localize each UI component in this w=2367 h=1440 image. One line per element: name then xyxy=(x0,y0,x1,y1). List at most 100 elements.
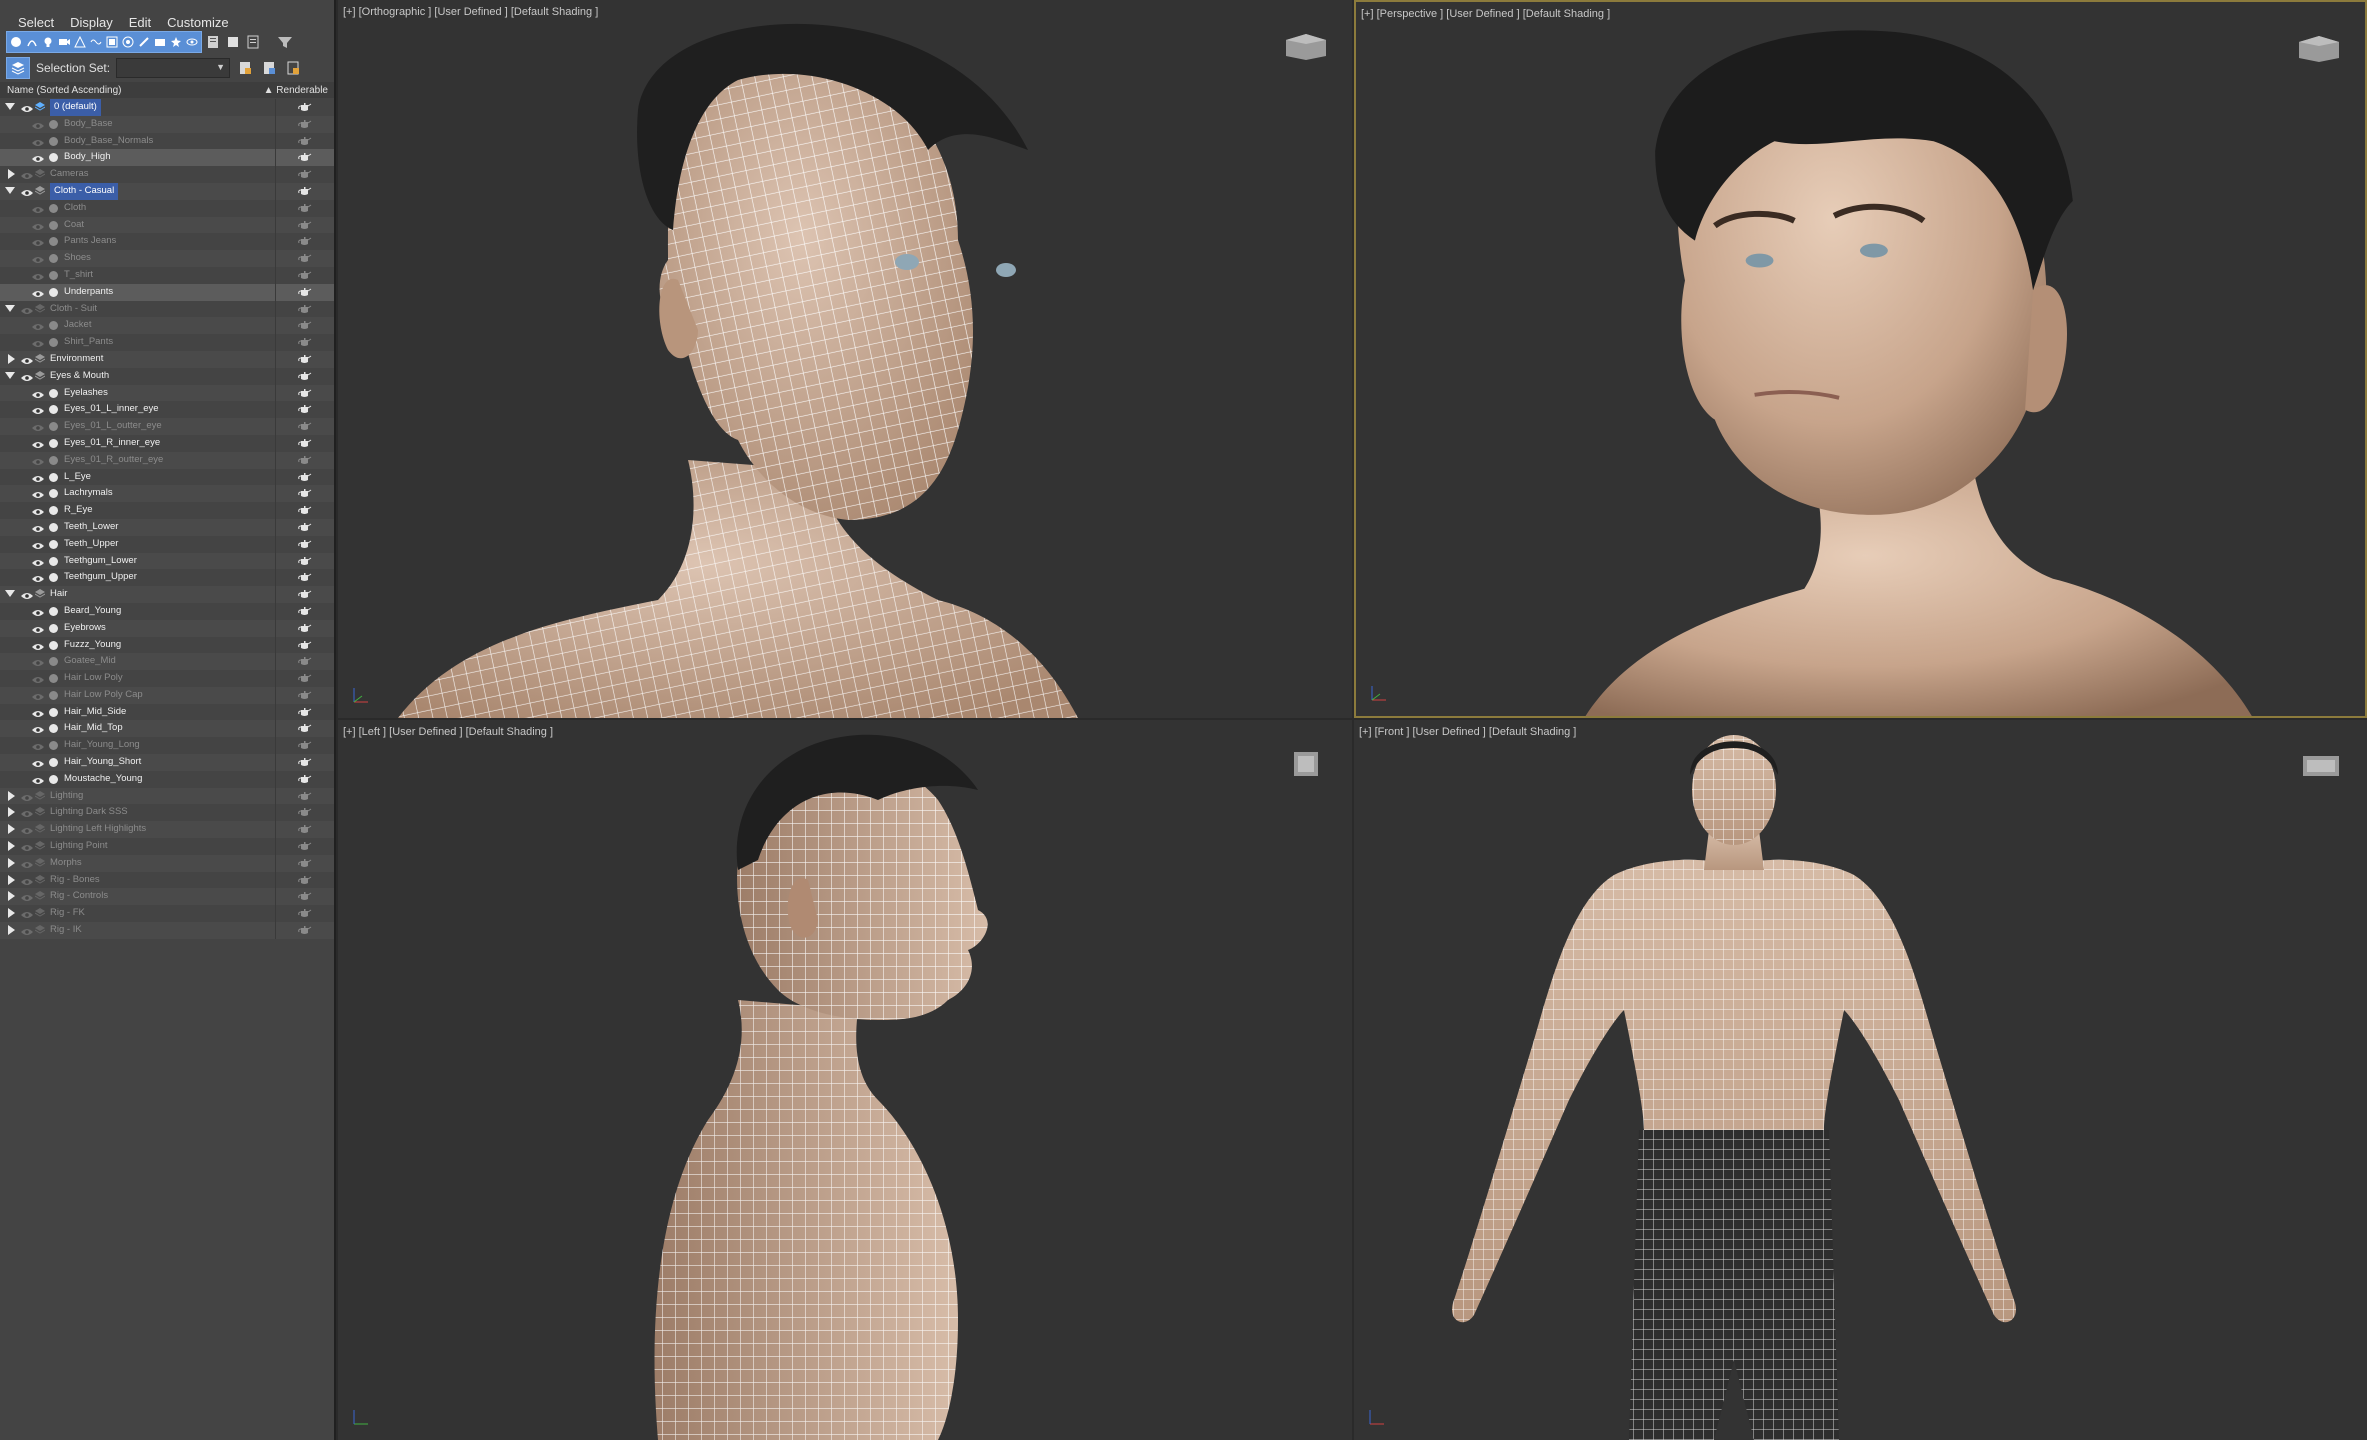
visibility-eye-icon[interactable] xyxy=(21,590,33,600)
object-row[interactable]: Body_Base xyxy=(0,115,334,133)
object-row[interactable]: Cloth xyxy=(0,199,334,217)
visibility-eye-icon[interactable] xyxy=(32,607,44,616)
expand-arrow-icon[interactable] xyxy=(8,353,15,364)
visibility-eye-icon[interactable] xyxy=(32,691,44,700)
viewcube-icon[interactable] xyxy=(2291,746,2351,782)
renderable-teapot-icon[interactable] xyxy=(298,169,312,179)
helper-icon[interactable] xyxy=(73,35,87,49)
visibility-eye-icon[interactable] xyxy=(32,137,44,146)
visibility-eye-icon[interactable] xyxy=(32,708,44,717)
viewport-front[interactable]: [+] [Front ] [User Defined ] [Default Sh… xyxy=(1354,720,2367,1440)
shape-icon[interactable] xyxy=(25,35,39,49)
renderable-teapot-icon[interactable] xyxy=(298,589,312,599)
expand-arrow-icon[interactable] xyxy=(8,824,15,835)
visibility-eye-icon[interactable] xyxy=(32,657,44,667)
visibility-eye-icon[interactable] xyxy=(32,624,44,633)
object-row[interactable]: Goatee_Mid xyxy=(0,653,334,671)
visibility-eye-icon[interactable] xyxy=(32,405,44,415)
visibility-eye-icon[interactable] xyxy=(21,305,33,314)
layer-row[interactable]: Lighting Dark SSS xyxy=(0,804,334,822)
renderable-teapot-icon[interactable] xyxy=(298,606,312,616)
camera-icon[interactable] xyxy=(57,35,71,49)
visibility-eye-icon[interactable] xyxy=(32,758,44,768)
xref-icon[interactable] xyxy=(121,35,135,49)
viewport-label[interactable]: [+] [Perspective ] [User Defined ] [Defa… xyxy=(1361,8,1610,20)
hidden-icon[interactable] xyxy=(185,35,199,49)
renderable-teapot-icon[interactable] xyxy=(298,320,312,330)
object-row[interactable]: Jacket xyxy=(0,317,334,335)
renderable-teapot-icon[interactable] xyxy=(298,891,312,901)
renderable-teapot-icon[interactable] xyxy=(298,102,312,112)
renderable-teapot-icon[interactable] xyxy=(298,875,312,885)
renderable-teapot-icon[interactable] xyxy=(298,337,312,347)
renderable-teapot-icon[interactable] xyxy=(298,371,312,381)
expand-arrow-icon[interactable] xyxy=(8,874,15,885)
layer-row[interactable]: Eyes & Mouth xyxy=(0,367,334,385)
object-row[interactable]: R_Eye xyxy=(0,502,334,519)
renderable-teapot-icon[interactable] xyxy=(298,572,312,582)
expand-arrow-icon[interactable] xyxy=(8,857,15,868)
object-row[interactable]: Moustache_Young xyxy=(0,770,334,788)
renderable-teapot-icon[interactable] xyxy=(298,824,312,834)
expand-arrow-icon[interactable] xyxy=(8,925,15,936)
renderable-teapot-icon[interactable] xyxy=(298,774,312,784)
visibility-eye-icon[interactable] xyxy=(21,825,33,835)
renderable-teapot-icon[interactable] xyxy=(298,421,312,431)
object-row[interactable]: Coat xyxy=(0,216,334,234)
display-children-icon[interactable] xyxy=(204,32,222,52)
bone-icon[interactable] xyxy=(137,35,151,49)
object-row[interactable]: Hair Low Poly Cap xyxy=(0,686,334,704)
renderable-teapot-icon[interactable] xyxy=(298,858,312,868)
visibility-eye-icon[interactable] xyxy=(32,254,44,264)
visibility-eye-icon[interactable] xyxy=(21,859,33,868)
viewcube-icon[interactable] xyxy=(1276,26,1336,62)
renderable-teapot-icon[interactable] xyxy=(298,908,312,918)
layer-row[interactable]: Lighting Left Highlights xyxy=(0,821,334,839)
object-row[interactable]: Teeth_Upper xyxy=(0,535,334,553)
object-row[interactable]: Hair_Young_Long xyxy=(0,737,334,755)
new-layer-icon[interactable] xyxy=(236,59,254,77)
visibility-eye-icon[interactable] xyxy=(32,422,44,432)
visibility-eye-icon[interactable] xyxy=(21,892,33,902)
explorer-column-header[interactable]: Name (Sorted Ascending) ▲ Renderable xyxy=(0,82,334,98)
renderable-teapot-icon[interactable] xyxy=(298,757,312,767)
object-row[interactable]: Beard_Young xyxy=(0,602,334,620)
object-row[interactable]: Shirt_Pants xyxy=(0,334,334,351)
visibility-eye-icon[interactable] xyxy=(32,321,44,331)
frozen-icon[interactable] xyxy=(169,35,183,49)
visibility-eye-icon[interactable] xyxy=(32,439,44,448)
visibility-eye-icon[interactable] xyxy=(32,724,44,734)
object-row[interactable]: Shoes xyxy=(0,250,334,267)
object-row[interactable]: Hair_Mid_Side xyxy=(0,703,334,721)
make-current-layer-icon[interactable] xyxy=(284,59,302,77)
renderable-teapot-icon[interactable] xyxy=(298,455,312,465)
renderable-teapot-icon[interactable] xyxy=(298,740,312,750)
layer-row[interactable]: Environment xyxy=(0,350,334,368)
visibility-eye-icon[interactable] xyxy=(32,775,44,784)
layer-row[interactable]: Rig - FK xyxy=(0,905,334,923)
menu-edit[interactable]: Edit xyxy=(121,15,159,30)
name-column-header[interactable]: Name (Sorted Ascending) xyxy=(0,85,264,96)
renderable-teapot-icon[interactable] xyxy=(298,119,312,129)
filter-icon[interactable] xyxy=(276,32,294,52)
add-to-layer-icon[interactable] xyxy=(260,59,278,77)
visibility-eye-icon[interactable] xyxy=(21,909,33,919)
collapse-arrow-icon[interactable] xyxy=(5,103,15,110)
visibility-eye-icon[interactable] xyxy=(21,842,33,852)
group-icon[interactable] xyxy=(105,35,119,49)
renderable-teapot-icon[interactable] xyxy=(298,186,312,196)
layer-row[interactable]: Rig - Controls xyxy=(0,888,334,906)
renderable-teapot-icon[interactable] xyxy=(298,673,312,683)
renderable-teapot-icon[interactable] xyxy=(298,152,312,162)
object-row[interactable]: Hair Low Poly xyxy=(0,670,334,687)
layer-row[interactable]: Morphs xyxy=(0,854,334,872)
object-row[interactable]: Underpants xyxy=(0,283,334,301)
renderable-teapot-icon[interactable] xyxy=(298,656,312,666)
visibility-eye-icon[interactable] xyxy=(32,674,44,684)
renderable-teapot-icon[interactable] xyxy=(298,304,312,314)
layer-row[interactable]: Cloth - Suit xyxy=(0,300,334,318)
visibility-eye-icon[interactable] xyxy=(21,876,33,885)
renderable-teapot-icon[interactable] xyxy=(298,236,312,246)
visibility-eye-icon[interactable] xyxy=(32,221,44,230)
expand-arrow-icon[interactable] xyxy=(8,841,15,852)
